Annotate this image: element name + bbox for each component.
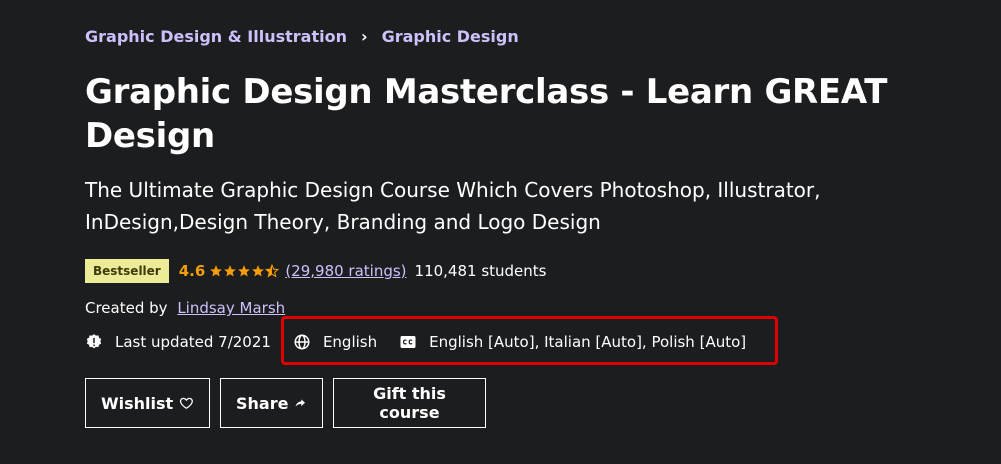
- share-label: Share: [236, 393, 289, 413]
- created-by-label: Created by: [85, 299, 168, 317]
- star-icon: [252, 265, 265, 277]
- course-title: Graphic Design Masterclass - Learn GREAT…: [85, 72, 888, 156]
- action-buttons: Wishlist Share Gift this course: [85, 378, 496, 428]
- half-star-icon: [265, 264, 280, 278]
- course-subtitle: The Ultimate Graphic Design Course Which…: [85, 178, 821, 234]
- wishlist-button[interactable]: Wishlist: [85, 378, 210, 428]
- gift-course-button[interactable]: Gift this course: [333, 378, 486, 428]
- heart-icon: [180, 397, 194, 409]
- rating-row: Bestseller 4.6 (29,980 ratings) 110,481 …: [85, 259, 546, 283]
- gift-label: Gift this course: [373, 384, 446, 422]
- students-count: 110,481 students: [414, 262, 547, 280]
- share-arrow-icon: [296, 399, 306, 407]
- star-icon: [238, 265, 251, 277]
- bestseller-badge: Bestseller: [85, 259, 169, 283]
- star-icon: [210, 265, 223, 277]
- rating-value: 4.6: [178, 262, 206, 280]
- course-captions: English [Auto], Italian [Auto], Polish […: [399, 333, 746, 351]
- closed-captions-icon: [400, 336, 416, 348]
- course-language: English: [293, 333, 377, 351]
- breadcrumb-link-category[interactable]: Graphic Design & Illustration: [85, 27, 347, 46]
- wishlist-label: Wishlist: [101, 393, 174, 413]
- instructor-link[interactable]: Lindsay Marsh: [177, 299, 285, 317]
- breadcrumb: Graphic Design & Illustration › Graphic …: [85, 27, 519, 46]
- course-meta-row: Last updated 7/2021 English English [Aut…: [85, 316, 778, 365]
- created-by: Created by Lindsay Marsh: [85, 299, 285, 317]
- alert-badge-icon: [86, 334, 102, 349]
- breadcrumb-chevron-icon: ›: [360, 27, 368, 46]
- share-button[interactable]: Share: [220, 378, 323, 428]
- captions-text: English [Auto], Italian [Auto], Polish […: [429, 333, 747, 351]
- last-updated: Last updated 7/2021: [85, 333, 271, 351]
- breadcrumb-link-subcategory[interactable]: Graphic Design: [382, 27, 519, 46]
- language-text: English: [322, 333, 378, 351]
- star-icon: [224, 265, 237, 277]
- last-updated-text: Last updated 7/2021: [115, 333, 271, 351]
- ratings-count-link[interactable]: (29,980 ratings): [285, 262, 406, 280]
- globe-icon: [294, 334, 310, 350]
- star-rating: [209, 264, 280, 278]
